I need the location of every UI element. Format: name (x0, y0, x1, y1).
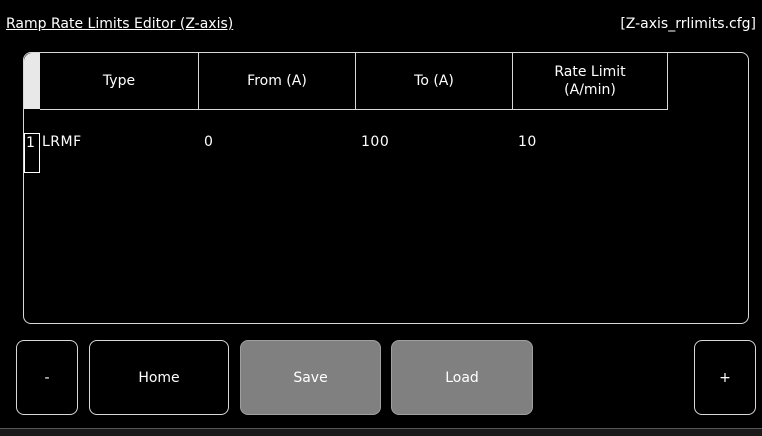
column-header-rate-limit[interactable]: Rate Limit (A/min) (513, 53, 668, 109)
load-button[interactable]: Load (391, 340, 533, 415)
table-header-row: Type From (A) To (A) Rate Limit (A/min) (40, 53, 668, 110)
home-button[interactable]: Home (89, 340, 229, 415)
add-row-button[interactable]: + (694, 340, 756, 415)
remove-row-button[interactable]: - (16, 340, 78, 415)
table-corner-cell (24, 53, 40, 109)
editor-title: Ramp Rate Limits Editor (Z-axis) (6, 16, 234, 32)
column-header-from[interactable]: From (A) (199, 53, 356, 109)
limits-table: Type From (A) To (A) Rate Limit (A/min) … (23, 52, 749, 324)
column-header-type[interactable]: Type (40, 53, 199, 109)
column-header-to[interactable]: To (A) (356, 53, 513, 109)
save-button[interactable]: Save (240, 340, 381, 415)
bottom-bar (0, 428, 762, 436)
config-filename: [Z-axis_rrlimits.cfg] (620, 16, 756, 32)
table-row[interactable]: LRMF 0 100 10 (24, 133, 724, 153)
cell-to[interactable]: 100 (361, 133, 389, 151)
cell-rate-limit[interactable]: 10 (518, 133, 537, 151)
cell-type[interactable]: LRMF (42, 133, 82, 151)
cell-from[interactable]: 0 (204, 133, 213, 151)
